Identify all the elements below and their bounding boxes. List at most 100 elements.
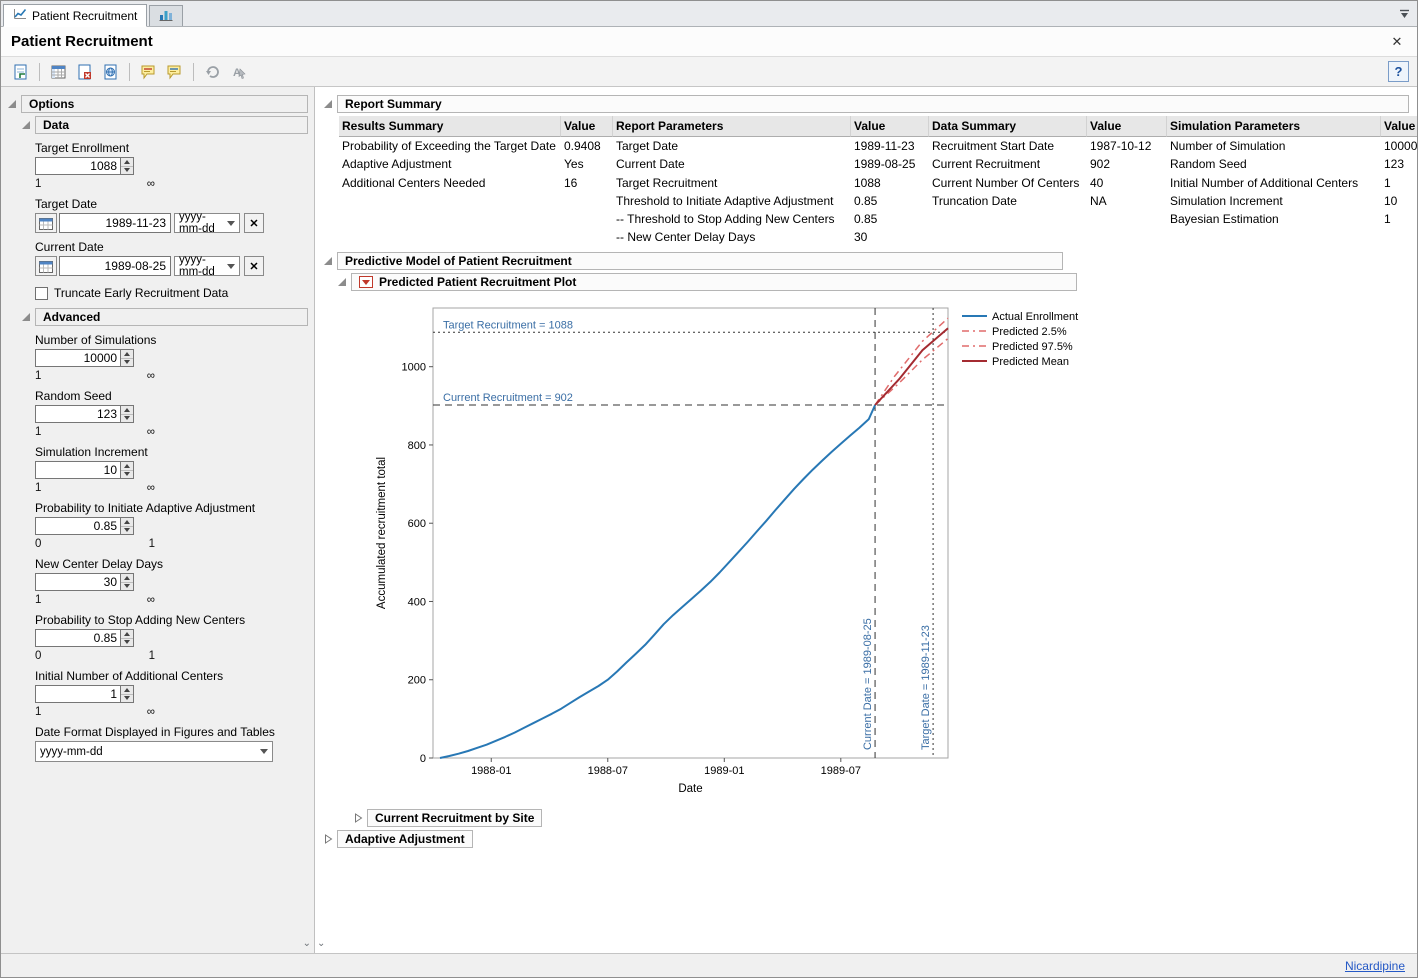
dataset-link[interactable]: Nicardipine: [1345, 959, 1405, 973]
help-button[interactable]: ?: [1388, 61, 1409, 82]
spinner[interactable]: [121, 573, 134, 591]
scroll-down-arrow[interactable]: ⌄: [317, 939, 325, 949]
sticky-note-icon[interactable]: [163, 60, 186, 83]
initial-additional-centers-input[interactable]: [35, 685, 121, 703]
table-cell: [339, 228, 561, 246]
adaptive-adjustment-header[interactable]: Adaptive Adjustment: [337, 830, 473, 848]
tab-patient-recruitment[interactable]: Patient Recruitment: [3, 4, 147, 27]
annotate-icon[interactable]: [137, 60, 160, 83]
new-center-delay-days-input[interactable]: [35, 573, 121, 591]
spinner[interactable]: [121, 629, 134, 647]
spin-up-button[interactable]: [121, 630, 133, 639]
table-cell: [1087, 210, 1167, 228]
red-triangle-menu-icon[interactable]: [359, 276, 373, 288]
current-date-input[interactable]: [59, 256, 171, 276]
predictive-model-header[interactable]: Predictive Model of Patient Recruitment: [337, 252, 1063, 270]
number-of-simulations-input[interactable]: [35, 349, 121, 367]
toolbar-separator: [193, 63, 194, 81]
tab-list-icon[interactable]: [1396, 6, 1412, 22]
scroll-down-arrow[interactable]: ⌄: [303, 939, 311, 949]
truncate-checkbox[interactable]: [35, 287, 48, 300]
spin-down-button[interactable]: [121, 695, 133, 703]
probability-initiate-input[interactable]: [35, 517, 121, 535]
table-cell: [1167, 228, 1381, 246]
table-cell: 10: [1381, 192, 1417, 210]
date-format-dropdown[interactable]: yyyy-mm-dd: [35, 741, 273, 762]
spinner[interactable]: [121, 517, 134, 535]
table-cell: Simulation Increment: [1167, 192, 1381, 210]
spin-up-button[interactable]: [121, 574, 133, 583]
current-date-format-dropdown[interactable]: yyyy-mm-dd: [174, 256, 240, 276]
target-date-input[interactable]: [59, 213, 171, 233]
clear-current-date-button[interactable]: ✕: [244, 256, 264, 276]
tab-secondary[interactable]: [149, 5, 183, 26]
advanced-section-header[interactable]: Advanced: [35, 308, 308, 326]
spin-down-button[interactable]: [121, 167, 133, 175]
calendar-icon: [39, 217, 53, 230]
collapse-triangle-icon[interactable]: [21, 120, 31, 130]
export-report-icon[interactable]: [9, 60, 32, 83]
app-window: Patient Recruitment Patient Recruitment …: [0, 0, 1418, 978]
spin-down-button[interactable]: [121, 527, 133, 535]
table-cell: Truncation Date: [929, 192, 1087, 210]
spin-down-button[interactable]: [121, 471, 133, 479]
spinner[interactable]: [121, 685, 134, 703]
spin-up-button[interactable]: [121, 518, 133, 527]
journal-icon[interactable]: [99, 60, 122, 83]
probability-stop-input[interactable]: [35, 629, 121, 647]
spin-up-button[interactable]: [121, 462, 133, 471]
expand-triangle-icon[interactable]: [353, 813, 363, 823]
table-cell: [929, 210, 1087, 228]
target-enrollment-input[interactable]: [35, 157, 121, 175]
spin-down-button[interactable]: [121, 415, 133, 423]
page-title: Patient Recruitment: [11, 33, 153, 50]
clear-target-date-button[interactable]: ✕: [244, 213, 264, 233]
recruitment-plot[interactable]: 020040060080010001988-011988-071989-0119…: [355, 294, 1409, 805]
current-date-label: Current Date: [35, 240, 308, 254]
spin-up-button[interactable]: [121, 350, 133, 359]
calendar-button[interactable]: [35, 213, 57, 233]
field-label: Random Seed: [35, 389, 308, 403]
make-data-table-icon[interactable]: [47, 60, 70, 83]
collapse-triangle-icon[interactable]: [7, 99, 17, 109]
save-report-icon[interactable]: [73, 60, 96, 83]
svg-text:Actual Enrollment: Actual Enrollment: [992, 311, 1078, 323]
random-seed-input[interactable]: [35, 405, 121, 423]
simulation-increment-input[interactable]: [35, 461, 121, 479]
report-panel: Report Summary Results Summary Value Rep…: [315, 87, 1417, 953]
col-header: Value: [561, 116, 613, 137]
svg-text:1000: 1000: [402, 362, 426, 374]
expand-triangle-icon[interactable]: [323, 834, 333, 844]
plot-header[interactable]: Predicted Patient Recruitment Plot: [351, 273, 1077, 291]
spin-up-button[interactable]: [121, 406, 133, 415]
spinner[interactable]: [121, 461, 134, 479]
data-section-header[interactable]: Data: [35, 116, 308, 134]
refresh-icon[interactable]: [201, 60, 224, 83]
collapse-triangle-icon[interactable]: [323, 99, 333, 109]
close-icon[interactable]: ✕: [1387, 32, 1407, 52]
min-label: 1: [35, 426, 41, 438]
spin-down-button[interactable]: [121, 359, 133, 367]
target-date-format-dropdown[interactable]: yyyy-mm-dd: [174, 213, 240, 233]
collapse-triangle-icon[interactable]: [337, 277, 347, 287]
spinner[interactable]: [121, 349, 134, 367]
report-summary-header[interactable]: Report Summary: [337, 95, 1409, 113]
current-recruitment-by-site-header[interactable]: Current Recruitment by Site: [367, 809, 542, 827]
calendar-button[interactable]: [35, 256, 57, 276]
target-enrollment-label: Target Enrollment: [35, 141, 308, 155]
collapse-triangle-icon[interactable]: [21, 312, 31, 322]
svg-text:Target Date = 1989-11-23: Target Date = 1989-11-23: [920, 625, 932, 750]
spin-down-button[interactable]: [121, 639, 133, 647]
max-label: ∞: [147, 370, 155, 382]
table-cell: Random Seed: [1167, 155, 1381, 173]
min-label: 1: [35, 706, 41, 718]
collapse-triangle-icon[interactable]: [323, 256, 333, 266]
spinner[interactable]: [121, 405, 134, 423]
svg-text:800: 800: [408, 440, 426, 452]
spin-up-button[interactable]: [121, 686, 133, 695]
spin-up-button[interactable]: [121, 158, 133, 167]
spin-down-button[interactable]: [121, 583, 133, 591]
options-header[interactable]: Options: [21, 95, 308, 113]
selection-tool-icon[interactable]: A: [227, 60, 250, 83]
target-enrollment-spinner[interactable]: [121, 157, 134, 175]
